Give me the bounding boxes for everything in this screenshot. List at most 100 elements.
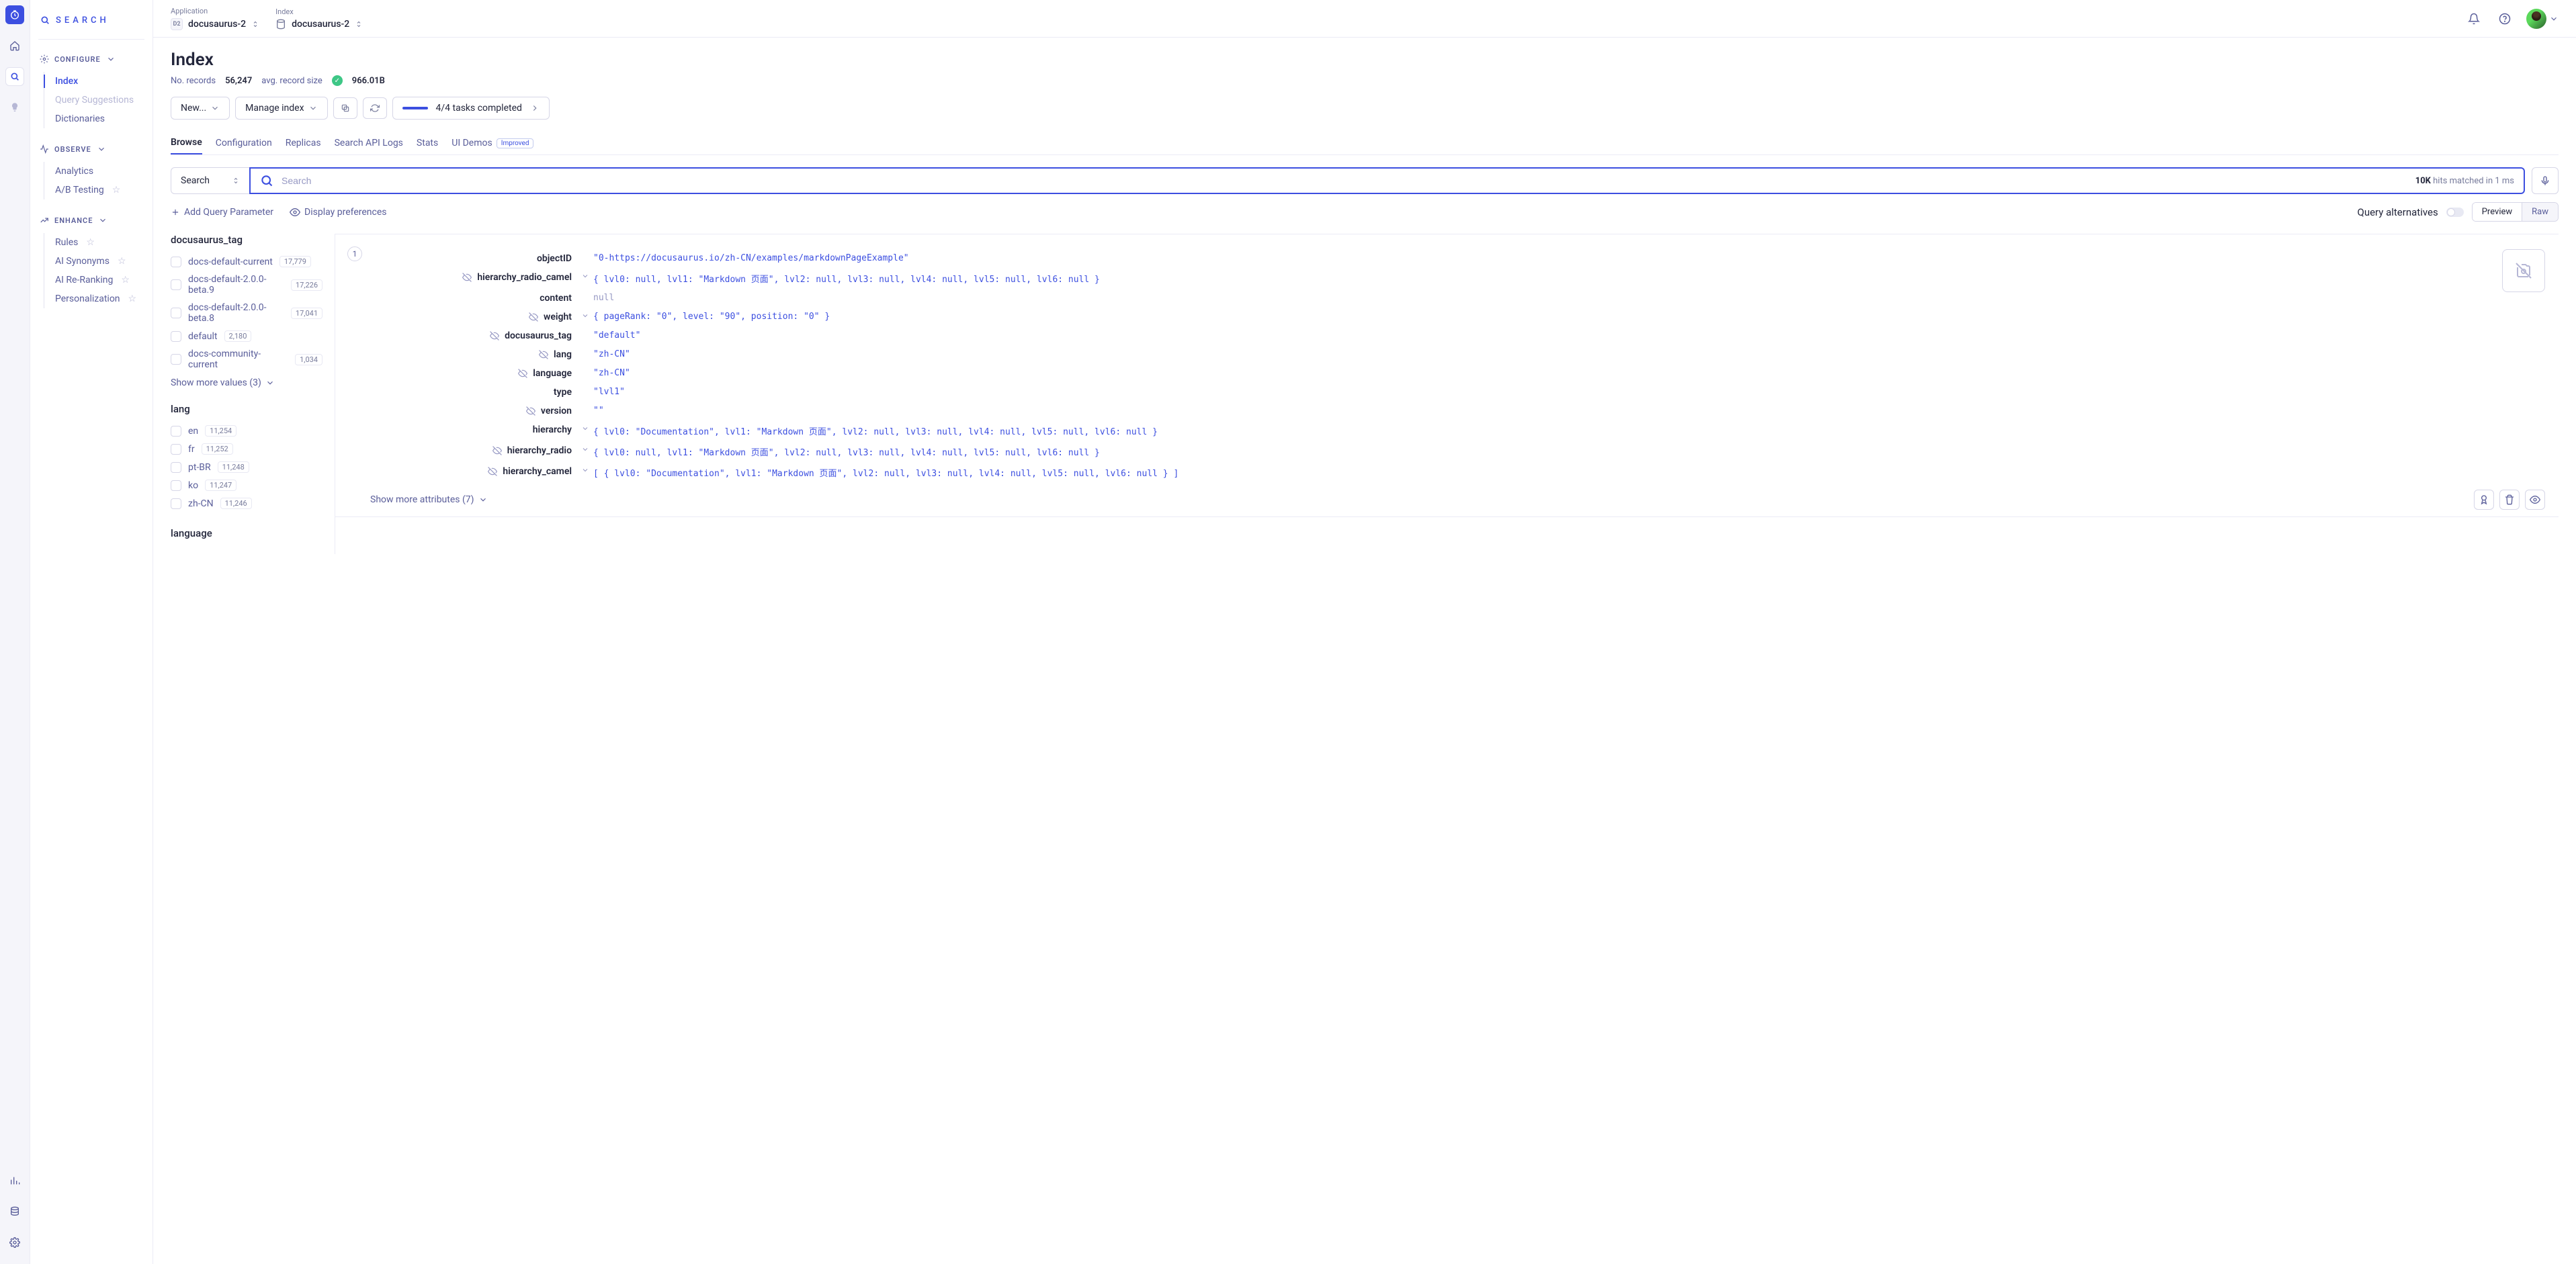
section-observe[interactable]: OBSERVE	[38, 140, 144, 158]
record-item: 1 objectID "0-https://docusaurus.io/zh-C…	[335, 234, 2559, 517]
rail-bulb-icon[interactable]	[5, 98, 24, 117]
application-selector[interactable]: D2 docusaurus-2	[171, 18, 259, 30]
facet-count: 11,246	[220, 498, 252, 509]
chevron-down-icon[interactable]	[581, 424, 589, 433]
display-preferences[interactable]: Display preferences	[290, 207, 386, 218]
eye-off-icon[interactable]	[526, 406, 535, 416]
eye-off-icon[interactable]	[518, 369, 527, 378]
eye-off-icon[interactable]	[529, 312, 538, 322]
facet-item[interactable]: default2,180	[171, 327, 323, 345]
image-placeholder[interactable]	[2502, 249, 2545, 292]
refresh-button[interactable]	[363, 97, 387, 119]
rail-home-icon[interactable]	[5, 36, 24, 55]
add-query-parameter[interactable]: Add Query Parameter	[171, 207, 273, 218]
nav-index[interactable]: Index	[52, 72, 144, 91]
updown-icon	[232, 177, 240, 185]
voice-search-button[interactable]	[2532, 167, 2559, 194]
record-view-button[interactable]	[2525, 490, 2545, 510]
facet-item[interactable]: docs-default-2.0.0-beta.917,226	[171, 271, 323, 299]
record-rank-button[interactable]	[2474, 490, 2494, 510]
chevron-down-icon[interactable]	[581, 312, 589, 320]
copy-button[interactable]	[333, 97, 357, 119]
checkbox[interactable]	[171, 279, 181, 290]
attr-key: hierarchy_camel	[503, 466, 572, 477]
chevron-down-icon	[98, 216, 108, 225]
icon-rail	[0, 0, 30, 1264]
preview-button[interactable]: Preview	[2473, 203, 2522, 221]
progress-bar	[402, 107, 428, 109]
raw-button[interactable]: Raw	[2522, 203, 2558, 221]
tab-ui-demos[interactable]: UI Demos Improved	[452, 132, 533, 154]
tab-browse[interactable]: Browse	[171, 132, 202, 154]
attr-value: null	[593, 293, 2489, 303]
facet-item[interactable]: docs-community-current1,034	[171, 345, 323, 373]
tab-stats[interactable]: Stats	[417, 132, 438, 154]
facet-count: 11,254	[205, 425, 237, 437]
tab-replicas[interactable]: Replicas	[286, 132, 321, 154]
attr-key: hierarchy_radio_camel	[477, 272, 572, 283]
search-input[interactable]	[282, 169, 2407, 193]
attr-value: { lvl0: null, lvl1: "Markdown 页面", lvl2:…	[593, 445, 2489, 458]
facet-item[interactable]: fr11,252	[171, 440, 323, 458]
index-selector[interactable]: docusaurus-2	[275, 19, 363, 30]
chevron-down-icon	[210, 103, 220, 113]
eye-off-icon[interactable]	[462, 273, 472, 282]
eye-off-icon[interactable]	[539, 350, 548, 359]
tab-configuration[interactable]: Configuration	[216, 132, 272, 154]
facet-item[interactable]: zh-CN11,246	[171, 494, 323, 512]
checkbox[interactable]	[171, 498, 181, 509]
rail-search-icon[interactable]	[5, 67, 24, 86]
show-more-attributes[interactable]: Show more attributes (7)	[370, 494, 488, 505]
help-icon[interactable]	[2495, 9, 2514, 28]
query-alternatives-toggle[interactable]	[2446, 208, 2464, 217]
checkbox[interactable]	[171, 354, 181, 365]
query-alternatives-label: Query alternatives	[2358, 206, 2438, 218]
checkbox[interactable]	[171, 308, 181, 318]
facet-item[interactable]: ko11,247	[171, 476, 323, 494]
rail-analytics-icon[interactable]	[5, 1171, 24, 1190]
facet-item[interactable]: docs-default-2.0.0-beta.817,041	[171, 299, 323, 327]
checkbox[interactable]	[171, 426, 181, 437]
facet-item[interactable]: pt-BR11,248	[171, 458, 323, 476]
nav-ai-synonyms[interactable]: AI Synonyms☆	[52, 252, 144, 271]
checkbox[interactable]	[171, 331, 181, 342]
nav-dictionaries[interactable]: Dictionaries	[52, 109, 144, 128]
nav-rules[interactable]: Rules☆	[52, 233, 144, 252]
tasks-progress[interactable]: 4/4 tasks completed	[392, 97, 550, 120]
facet-count: 2,180	[224, 330, 252, 342]
user-menu[interactable]	[2526, 9, 2559, 29]
tabs: Browse Configuration Replicas Search API…	[171, 132, 2559, 155]
nav-query-suggestions[interactable]: Query Suggestions	[52, 91, 144, 109]
section-enhance[interactable]: ENHANCE	[38, 212, 144, 229]
facet-item[interactable]: en11,254	[171, 422, 323, 440]
nav-ai-re-ranking[interactable]: AI Re-Ranking☆	[52, 271, 144, 289]
facet-item[interactable]: docs-default-current17,779	[171, 253, 323, 271]
index-label: Index	[275, 7, 363, 16]
show-more-docusaurus-tag[interactable]: Show more values (3)	[171, 377, 323, 388]
checkbox[interactable]	[171, 480, 181, 491]
checkbox[interactable]	[171, 257, 181, 267]
chevron-down-icon[interactable]	[581, 466, 589, 474]
new-button[interactable]: New...	[171, 97, 230, 120]
nav-ab-testing[interactable]: A/B Testing☆	[52, 181, 144, 199]
search-mode-selector[interactable]: Search	[171, 167, 250, 194]
eye-off-icon[interactable]	[492, 446, 502, 455]
notifications-icon[interactable]	[2464, 9, 2483, 28]
rail-settings-icon[interactable]	[5, 1233, 24, 1252]
section-configure[interactable]: CONFIGURE	[38, 50, 144, 68]
manage-index-button[interactable]: Manage index	[235, 97, 327, 120]
tab-search-api-logs[interactable]: Search API Logs	[335, 132, 403, 154]
nav-personalization[interactable]: Personalization☆	[52, 289, 144, 308]
nav-analytics[interactable]: Analytics	[52, 162, 144, 181]
eye-off-icon[interactable]	[490, 331, 499, 341]
rail-database-icon[interactable]	[5, 1202, 24, 1221]
chevron-down-icon[interactable]	[581, 272, 589, 280]
rail-timer-icon[interactable]	[5, 5, 24, 24]
chevron-down-icon[interactable]	[581, 445, 589, 453]
eye-off-icon[interactable]	[488, 467, 497, 476]
checkbox[interactable]	[171, 444, 181, 455]
search-field: 10K hits matched in 1 ms	[249, 167, 2525, 194]
checkbox[interactable]	[171, 462, 181, 473]
refresh-icon	[370, 103, 380, 113]
record-delete-button[interactable]	[2499, 490, 2520, 510]
